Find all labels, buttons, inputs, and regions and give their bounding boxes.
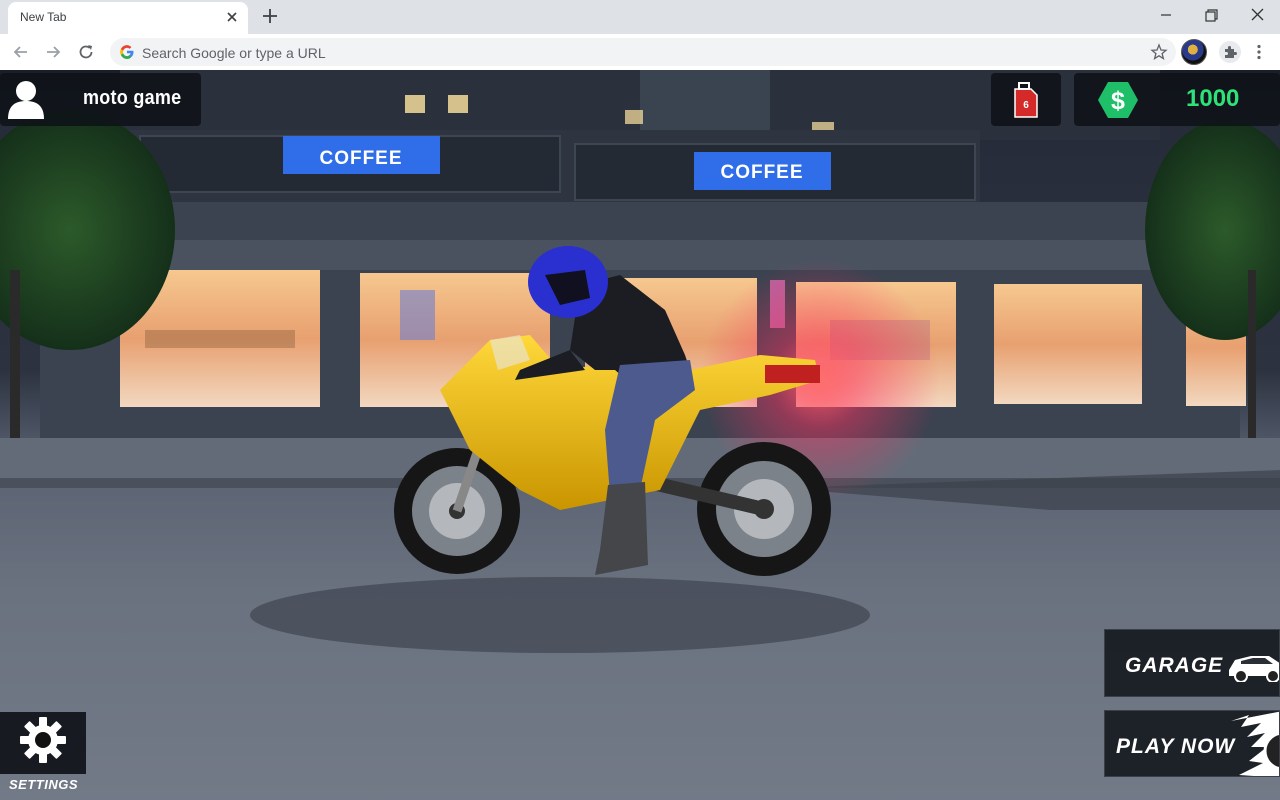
gear-icon — [20, 717, 66, 763]
play-now-button[interactable]: PLAY NOW — [1104, 710, 1280, 777]
svg-text:$: $ — [1111, 87, 1125, 115]
player-panel[interactable]: moto game — [0, 73, 201, 126]
dollar-hex-icon: $ — [1098, 82, 1138, 118]
user-icon — [8, 81, 44, 119]
game-viewport[interactable]: COFFEE COFFEE moto game 6 $ 1000 GARAGE … — [0, 70, 1280, 800]
coffee-sign-2: COFFEE — [720, 162, 803, 183]
garage-button[interactable]: GARAGE — [1104, 629, 1280, 697]
puzzle-icon — [1225, 46, 1237, 58]
play-now-label: PLAY NOW — [1116, 735, 1236, 758]
google-icon — [120, 45, 134, 59]
settings-label: SETTINGS — [9, 777, 79, 792]
money-value: 1000 — [1186, 85, 1240, 112]
fuel-panel[interactable]: 6 — [991, 73, 1061, 126]
address-placeholder: Search Google or type a URL — [142, 45, 326, 61]
tab-title: New Tab — [20, 10, 67, 24]
reload-icon[interactable] — [76, 42, 96, 62]
forward-icon[interactable] — [43, 42, 63, 62]
money-panel[interactable]: $ 1000 — [1074, 73, 1280, 126]
minimize-icon[interactable] — [1153, 4, 1179, 26]
car-icon — [1229, 656, 1279, 682]
more-menu-icon[interactable] — [1250, 43, 1268, 61]
settings-button[interactable] — [0, 712, 86, 774]
bookmark-star-icon[interactable] — [1150, 43, 1168, 61]
browser-toolbar: Search Google or type a URL — [0, 34, 1280, 71]
svg-text:6: 6 — [1023, 100, 1029, 111]
wheel-flame-icon — [1231, 711, 1279, 776]
close-window-icon[interactable] — [1244, 4, 1270, 26]
close-tab-icon[interactable] — [224, 9, 240, 25]
fuel-can-icon: 6 — [1014, 82, 1038, 118]
player-name: moto game — [83, 87, 182, 109]
extensions-button[interactable] — [1219, 41, 1241, 63]
profile-avatar[interactable] — [1181, 39, 1207, 65]
street-scene: COFFEE COFFEE — [0, 70, 1280, 653]
back-icon[interactable] — [11, 42, 31, 62]
new-tab-icon[interactable] — [260, 6, 280, 26]
address-bar[interactable]: Search Google or type a URL — [110, 38, 1176, 66]
browser-tab[interactable]: New Tab — [8, 2, 248, 34]
coffee-sign-1: COFFEE — [319, 148, 402, 169]
garage-label: GARAGE — [1125, 654, 1224, 677]
restore-icon[interactable] — [1198, 4, 1224, 26]
tab-strip: New Tab — [0, 0, 1280, 34]
